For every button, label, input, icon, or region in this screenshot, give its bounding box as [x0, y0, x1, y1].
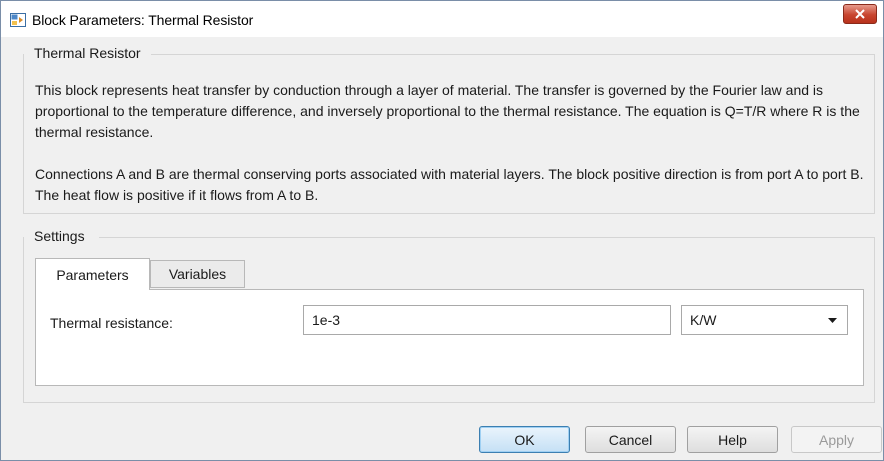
block-description: This block represents heat transfer by c…	[35, 80, 865, 227]
close-button[interactable]	[843, 4, 877, 24]
help-button[interactable]: Help	[687, 426, 778, 453]
chevron-down-icon	[828, 318, 837, 323]
cancel-button[interactable]: Cancel	[585, 426, 676, 453]
title-bar[interactable]: Block Parameters: Thermal Resistor	[1, 1, 883, 37]
ok-button[interactable]: OK	[479, 426, 570, 453]
close-icon	[855, 9, 865, 19]
unit-select[interactable]: K/W	[681, 305, 848, 335]
thermal-resistance-input[interactable]	[303, 305, 671, 335]
tab-variables[interactable]: Variables	[150, 260, 245, 288]
thermal-resistance-label: Thermal resistance:	[50, 315, 173, 331]
block-parameters-dialog: Block Parameters: Thermal Resistor Therm…	[0, 0, 884, 461]
window-title: Block Parameters: Thermal Resistor	[32, 12, 254, 28]
simulink-block-icon	[10, 13, 26, 27]
apply-button[interactable]: Apply	[791, 426, 882, 453]
tab-parameters[interactable]: Parameters	[35, 258, 150, 290]
parameters-panel	[35, 289, 864, 386]
description-paragraph-2: Connections A and B are thermal conservi…	[35, 166, 864, 203]
description-paragraph-1: This block represents heat transfer by c…	[35, 82, 860, 140]
unit-select-value: K/W	[690, 312, 717, 328]
